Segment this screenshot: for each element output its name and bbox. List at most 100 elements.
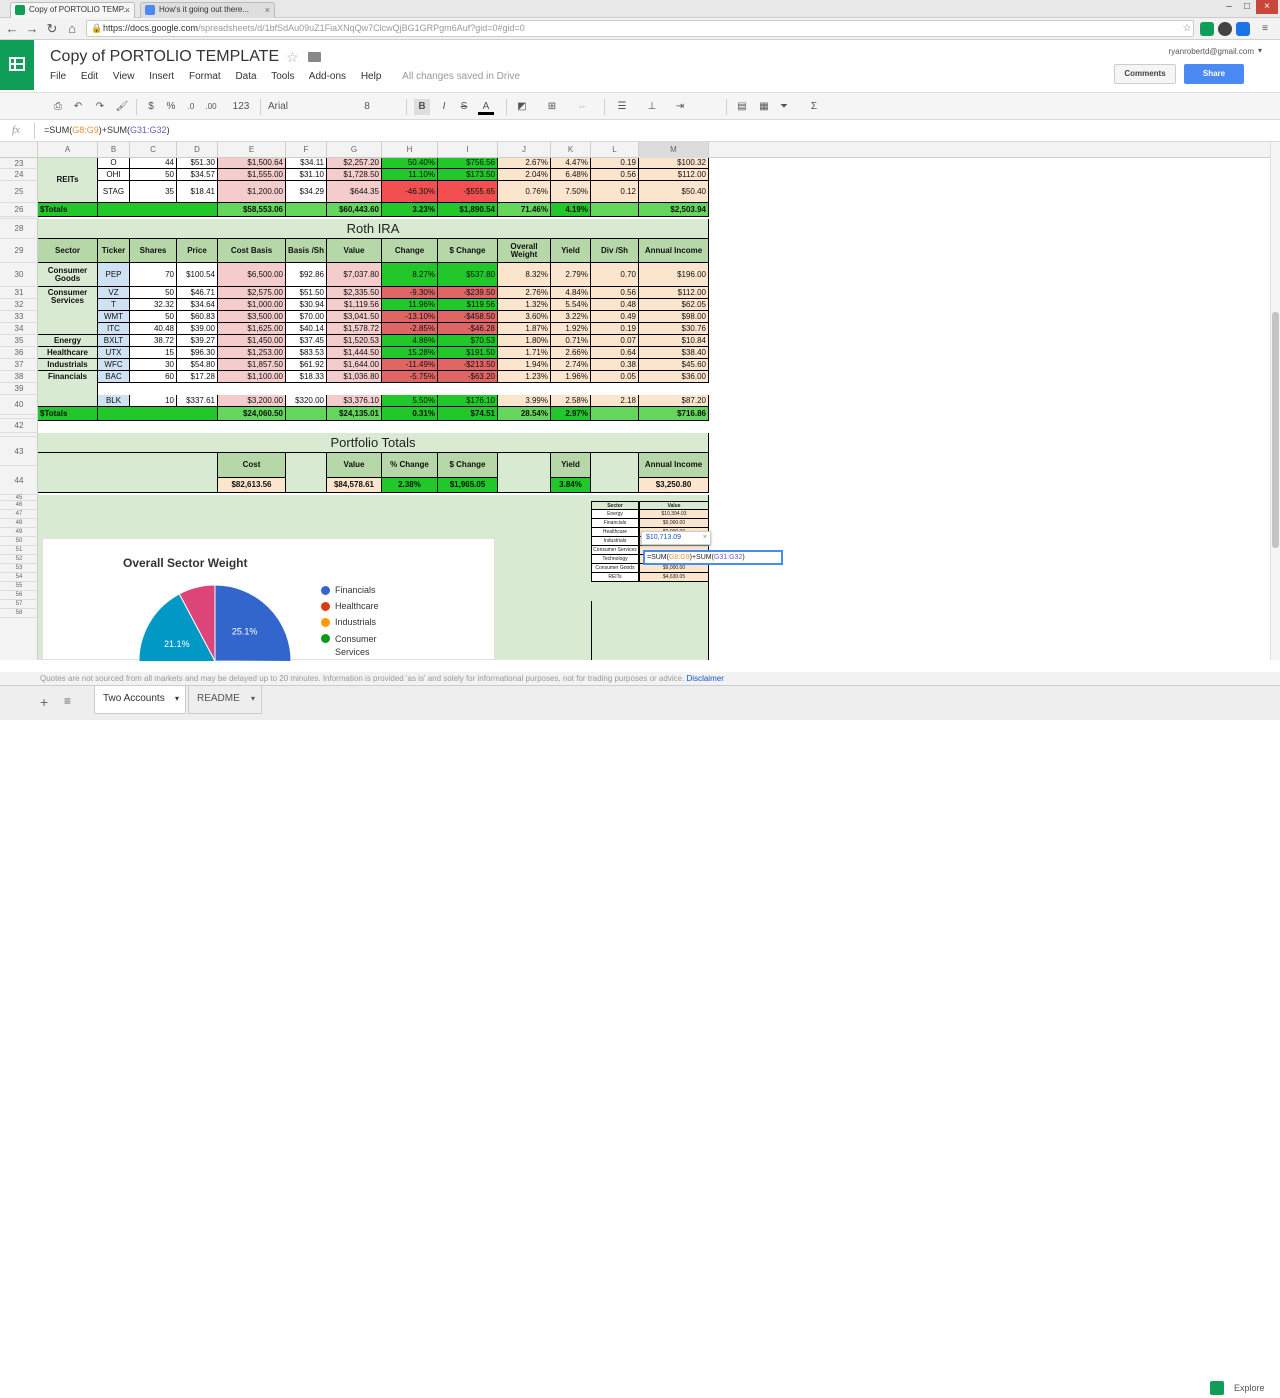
table-cell[interactable]: $119.56 bbox=[438, 299, 498, 311]
table-cell[interactable]: $1,555.00 bbox=[218, 169, 286, 181]
mini-table-cell[interactable]: Energy bbox=[591, 510, 639, 519]
portfolio-header-pct-change[interactable]: % Change bbox=[382, 453, 438, 478]
row-header[interactable]: 57 bbox=[0, 600, 38, 609]
table-cell[interactable]: 0.76% bbox=[498, 181, 551, 203]
roth-ira-title[interactable]: Roth IRA bbox=[38, 219, 709, 239]
comments-button[interactable]: Comments bbox=[1114, 64, 1176, 84]
browser-tab-sheet[interactable]: Copy of PORTOLIO TEMP... × bbox=[10, 2, 135, 18]
table-cell[interactable]: -$555.65 bbox=[438, 181, 498, 203]
table-cell[interactable]: $83.53 bbox=[286, 347, 327, 359]
row-header[interactable]: 29 bbox=[0, 239, 38, 263]
table-cell[interactable]: $3,200.00 bbox=[218, 395, 286, 407]
insert-chart-icon[interactable]: ▦ bbox=[756, 99, 772, 115]
menu-format[interactable]: Format bbox=[189, 71, 221, 82]
table-cell[interactable]: 15 bbox=[130, 347, 177, 359]
sector-cell[interactable]: Financials bbox=[38, 371, 98, 407]
row-header[interactable]: 26 bbox=[0, 203, 38, 217]
table-cell[interactable]: 2.74% bbox=[551, 359, 591, 371]
bold-button[interactable]: B bbox=[414, 99, 430, 115]
totals-weight[interactable]: 28.54% bbox=[498, 407, 551, 421]
cell[interactable] bbox=[98, 407, 218, 421]
table-cell[interactable]: $40.14 bbox=[286, 323, 327, 335]
table-cell[interactable]: 50.40% bbox=[382, 158, 438, 169]
table-cell[interactable]: $100.54 bbox=[177, 263, 218, 287]
totals-change[interactable]: 0.31% bbox=[382, 407, 438, 421]
table-cell[interactable]: BLK bbox=[98, 395, 130, 407]
column-header[interactable]: H bbox=[382, 142, 438, 158]
table-cell[interactable]: 0.38 bbox=[591, 359, 639, 371]
column-title-cell[interactable]: Div /Sh bbox=[591, 239, 639, 263]
sheet-tab-readme[interactable]: README ▾ bbox=[188, 686, 262, 714]
print-icon[interactable]: ⎙ bbox=[50, 99, 66, 115]
table-cell[interactable]: 32.32 bbox=[130, 299, 177, 311]
undo-icon[interactable]: ↶ bbox=[70, 99, 86, 115]
column-title-cell[interactable]: $ Change bbox=[438, 239, 498, 263]
table-cell[interactable]: $1,000.00 bbox=[218, 299, 286, 311]
table-cell[interactable]: $1,444.50 bbox=[327, 347, 382, 359]
table-cell[interactable]: 2.76% bbox=[498, 287, 551, 299]
italic-button[interactable]: I bbox=[436, 99, 452, 115]
table-cell[interactable]: 0.12 bbox=[591, 181, 639, 203]
table-cell[interactable]: 50 bbox=[130, 169, 177, 181]
menu-addons[interactable]: Add-ons bbox=[309, 71, 346, 82]
column-header[interactable]: L bbox=[591, 142, 639, 158]
all-sheets-icon[interactable]: ≡ bbox=[64, 694, 71, 708]
sector-cell[interactable]: REITs bbox=[38, 158, 98, 203]
menu-insert[interactable]: Insert bbox=[149, 71, 174, 82]
table-cell[interactable]: -11.49% bbox=[382, 359, 438, 371]
mini-table-cell[interactable]: Financials bbox=[591, 519, 639, 528]
row-header[interactable]: 42 bbox=[0, 419, 38, 433]
table-cell[interactable]: 5.50% bbox=[382, 395, 438, 407]
table-cell[interactable]: $17.28 bbox=[177, 371, 218, 383]
row-header[interactable]: 50 bbox=[0, 537, 38, 546]
portfolio-header-value[interactable]: Value bbox=[327, 453, 382, 478]
menu-edit[interactable]: Edit bbox=[81, 71, 98, 82]
mini-table-cell[interactable]: Industrials bbox=[591, 537, 639, 546]
table-cell[interactable]: $30.94 bbox=[286, 299, 327, 311]
table-cell[interactable]: 2.18 bbox=[591, 395, 639, 407]
percent-format-button[interactable]: % bbox=[164, 99, 178, 115]
table-cell[interactable]: $18.33 bbox=[286, 371, 327, 383]
table-cell[interactable]: 4.86% bbox=[382, 335, 438, 347]
table-cell[interactable]: PEP bbox=[98, 263, 130, 287]
table-cell[interactable]: $70.00 bbox=[286, 311, 327, 323]
column-title-cell[interactable]: Price bbox=[177, 239, 218, 263]
table-cell[interactable]: -$239.50 bbox=[438, 287, 498, 299]
menu-data[interactable]: Data bbox=[235, 71, 256, 82]
mini-table-cell[interactable]: Consumer Goods bbox=[591, 564, 639, 573]
cell-editor[interactable]: =SUM(G8:G9)+SUM(G31:G32) bbox=[643, 550, 783, 565]
row-header[interactable]: 47 bbox=[0, 510, 38, 519]
table-cell[interactable]: 2.04% bbox=[498, 169, 551, 181]
row-header[interactable]: 56 bbox=[0, 591, 38, 600]
portfolio-dollar-change[interactable]: $1,965.05 bbox=[438, 478, 498, 493]
portfolio-header-dollar-change[interactable]: $ Change bbox=[438, 453, 498, 478]
chevron-down-icon[interactable]: ▾ bbox=[251, 686, 255, 712]
table-cell[interactable]: $6,500.00 bbox=[218, 263, 286, 287]
table-cell[interactable]: $1,100.00 bbox=[218, 371, 286, 383]
table-cell[interactable]: $320.00 bbox=[286, 395, 327, 407]
column-header[interactable]: K bbox=[551, 142, 591, 158]
row-header[interactable]: 25 bbox=[0, 181, 38, 203]
table-cell[interactable]: -5.75% bbox=[382, 371, 438, 383]
row-header[interactable]: 53 bbox=[0, 564, 38, 573]
redo-icon[interactable]: ↷ bbox=[92, 99, 108, 115]
table-cell[interactable]: -$63.20 bbox=[438, 371, 498, 383]
forward-arrow-icon[interactable]: → bbox=[24, 21, 40, 37]
close-icon[interactable]: × bbox=[703, 532, 707, 544]
table-cell[interactable]: $644.35 bbox=[327, 181, 382, 203]
table-cell[interactable]: 0.64 bbox=[591, 347, 639, 359]
row-header[interactable]: 51 bbox=[0, 546, 38, 555]
table-cell[interactable]: 1.94% bbox=[498, 359, 551, 371]
close-icon[interactable]: × bbox=[125, 3, 130, 17]
table-cell[interactable]: $112.00 bbox=[639, 169, 709, 181]
row-header[interactable]: 31 bbox=[0, 287, 38, 299]
column-title-cell[interactable]: Shares bbox=[130, 239, 177, 263]
totals-value[interactable]: $24,135.01 bbox=[327, 407, 382, 421]
row-header[interactable]: 58 bbox=[0, 609, 38, 618]
table-cell[interactable]: $46.71 bbox=[177, 287, 218, 299]
row-header[interactable]: 39 bbox=[0, 383, 38, 395]
mini-table-cell[interactable]: REITs bbox=[591, 573, 639, 582]
row-header[interactable]: 35 bbox=[0, 335, 38, 347]
table-cell[interactable]: 10 bbox=[130, 395, 177, 407]
extension-icon[interactable] bbox=[1200, 22, 1214, 36]
